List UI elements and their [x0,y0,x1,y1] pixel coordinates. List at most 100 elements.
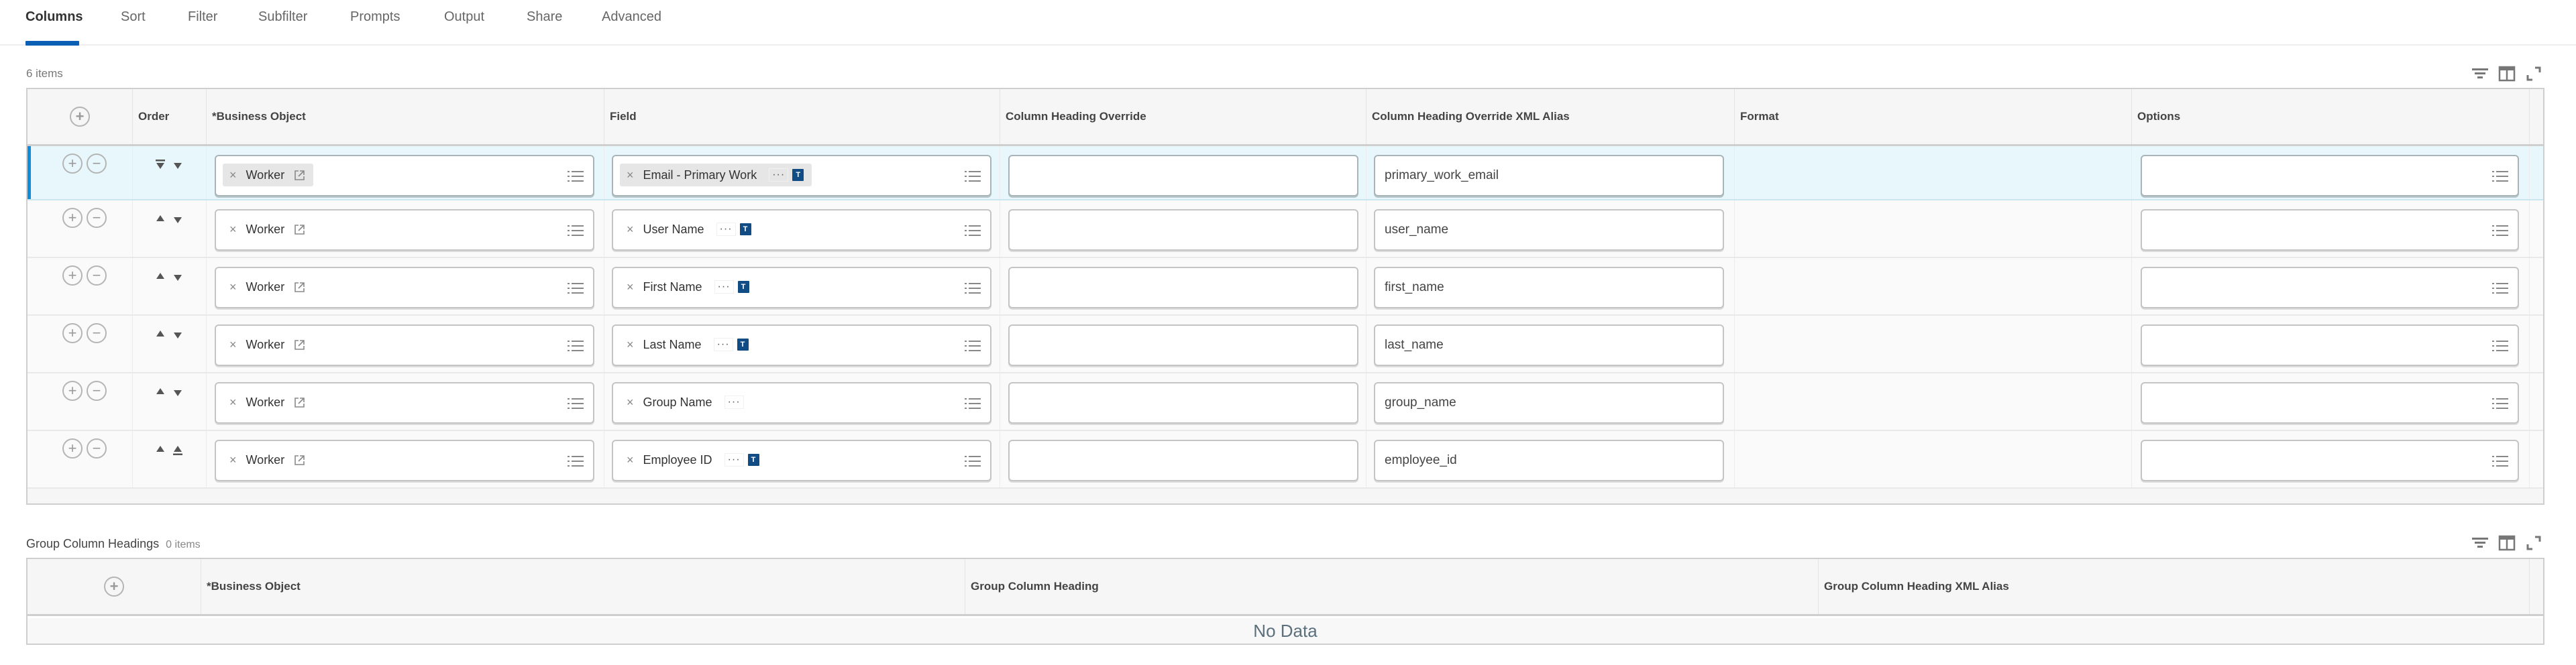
remove-row-button[interactable]: − [87,438,107,459]
move-up-icon[interactable] [154,444,166,455]
external-link-icon[interactable] [294,170,305,181]
expand-icon[interactable] [2524,66,2543,82]
xml-alias-input[interactable]: user_name [1374,209,1724,251]
remove-chip-icon[interactable]: × [627,338,634,352]
header-xml-alias[interactable]: Column Heading Override XML Alias [1366,89,1735,144]
add-row-button[interactable]: + [62,323,83,343]
field-input[interactable]: × Email - Primary Work ··· T [612,155,991,196]
tab-share[interactable]: Share [527,9,562,46]
add-row-button[interactable]: + [62,265,83,286]
options-input[interactable] [2141,267,2519,308]
prompt-list-icon[interactable] [2492,170,2508,183]
options-input[interactable] [2141,324,2519,366]
move-up-icon[interactable] [154,329,166,340]
prompt-list-icon[interactable] [568,224,584,237]
tab-columns[interactable]: Columns [25,9,83,46]
tab-sort[interactable]: Sort [121,9,146,46]
field-input[interactable]: × Group Name ··· [612,382,991,424]
related-actions-icon[interactable]: ··· [714,280,734,294]
prompt-list-icon[interactable] [965,455,981,468]
tab-subfilter[interactable]: Subfilter [258,9,307,46]
add-group-row-button[interactable]: + [104,577,124,597]
prompt-list-icon[interactable] [2492,397,2508,410]
business-object-input[interactable]: × Worker [215,382,594,424]
column-chooser-icon[interactable] [2498,66,2516,82]
prompt-list-icon[interactable] [965,224,981,237]
prompt-list-icon[interactable] [2492,282,2508,295]
move-down-icon[interactable] [172,329,184,340]
table-row[interactable]: + − × Worker × First Name ··· T first_name [28,258,2543,316]
tab-advanced[interactable]: Advanced [602,9,661,46]
column-heading-override-input[interactable] [1008,440,1358,481]
column-heading-override-input[interactable] [1008,155,1358,196]
remove-chip-icon[interactable]: × [627,396,634,410]
tab-prompts[interactable]: Prompts [350,9,400,46]
header-options[interactable]: Options [2132,89,2530,144]
business-object-input[interactable]: × Worker [215,440,594,481]
move-down-icon[interactable] [172,271,184,282]
remove-chip-icon[interactable]: × [229,280,237,294]
xml-alias-input[interactable]: last_name [1374,324,1724,366]
remove-chip-icon[interactable]: × [627,280,634,294]
external-link-icon[interactable] [294,282,305,293]
business-object-input[interactable]: × Worker [215,209,594,251]
related-actions-icon[interactable]: ··· [713,338,733,351]
column-heading-override-input[interactable] [1008,382,1358,424]
remove-row-button[interactable]: − [87,323,107,343]
remove-chip-icon[interactable]: × [229,396,237,410]
move-down-icon[interactable] [172,214,184,225]
add-row-button[interactable]: + [62,438,83,459]
xml-alias-input[interactable]: group_name [1374,382,1724,424]
xml-alias-input[interactable]: primary_work_email [1374,155,1724,196]
external-link-icon[interactable] [294,455,305,466]
xml-alias-input[interactable]: first_name [1374,267,1724,308]
prompt-list-icon[interactable] [568,455,584,468]
prompt-list-icon[interactable] [2492,455,2508,468]
options-input[interactable] [2141,209,2519,251]
move-down-icon[interactable] [172,387,184,398]
business-object-input[interactable]: × Worker [215,155,594,196]
options-input[interactable] [2141,440,2519,481]
related-actions-icon[interactable]: ··· [724,396,744,409]
add-row-button[interactable]: + [62,381,83,401]
column-heading-override-input[interactable] [1008,267,1358,308]
external-link-icon[interactable] [294,397,305,408]
move-to-top-icon[interactable] [172,444,184,455]
remove-row-button[interactable]: − [87,265,107,286]
prompt-list-icon[interactable] [568,170,584,183]
remove-chip-icon[interactable]: × [627,223,634,237]
related-actions-icon[interactable]: ··· [769,168,789,182]
prompt-list-icon[interactable] [2492,224,2508,237]
xml-alias-input[interactable]: employee_id [1374,440,1724,481]
remove-chip-icon[interactable]: × [627,168,634,182]
prompt-list-icon[interactable] [568,397,584,410]
expand-icon[interactable] [2524,535,2543,551]
add-row-button[interactable]: + [62,154,83,174]
remove-chip-icon[interactable]: × [229,453,237,467]
options-input[interactable] [2141,155,2519,196]
add-row-button[interactable]: + [62,208,83,228]
field-input[interactable]: × First Name ··· T [612,267,991,308]
business-object-input[interactable]: × Worker [215,267,594,308]
table-row[interactable]: + − × Worker × Last Name ··· Tlast_name [28,316,2543,373]
header-business-object[interactable]: *Business Object [201,559,965,614]
header-format[interactable]: Format [1735,89,2132,144]
column-chooser-icon[interactable] [2498,535,2516,551]
tab-filter[interactable]: Filter [188,9,217,46]
table-row[interactable]: + − × Worker × User Name ··· Tuser_name [28,200,2543,258]
column-heading-override-input[interactable] [1008,209,1358,251]
move-up-icon[interactable] [154,387,166,398]
external-link-icon[interactable] [294,339,305,351]
remove-chip-icon[interactable]: × [627,453,634,467]
table-row[interactable]: + − × Worker × Group Name ··· group_name [28,373,2543,431]
business-object-input[interactable]: × Worker [215,324,594,366]
remove-row-button[interactable]: − [87,154,107,174]
header-group-xml-alias[interactable]: Group Column Heading XML Alias [1819,559,2530,614]
add-row-button[interactable]: + [70,107,90,127]
remove-row-button[interactable]: − [87,381,107,401]
prompt-list-icon[interactable] [965,282,981,295]
prompt-list-icon[interactable] [965,170,981,183]
tab-output[interactable]: Output [444,9,484,46]
options-input[interactable] [2141,382,2519,424]
header-group-column-heading[interactable]: Group Column Heading [965,559,1819,614]
